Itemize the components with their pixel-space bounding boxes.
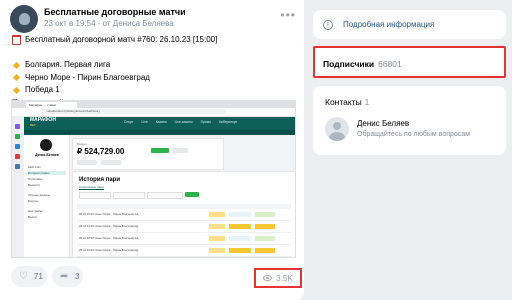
site-sidebar: Денис Беляев Мой счёт История ставок Поп… [24,135,70,257]
subscribers-label: Подписчики 66801 [323,59,402,69]
site-logo: МАРАФОН BET [30,117,56,128]
post-image-screenshot[interactable]: Марафон — ставки marathonbet.by/su/myacc… [11,100,296,258]
history-table-header [77,204,291,209]
deposit-button [151,148,169,153]
site-nav-item: Спорт [124,120,134,124]
site-nav-item: Промо [200,120,212,124]
site-sidebar-item: Вывести [28,183,40,187]
contact-avatar[interactable] [325,117,349,141]
history-title: История пари [79,177,121,183]
contacts-title[interactable]: Контакты 1 [325,97,369,107]
site-user-avatar [40,139,52,151]
post-line-title: Бесплатный договорной матч #760: 26.10.2… [25,35,218,44]
post-line-pick: Победа 1 [25,85,60,94]
calendar-icon [12,35,21,46]
bet-row: 26.10 14:30 Черно Море - Пирин Благоевгр… [77,222,291,233]
diamond-bullet-icon [12,61,21,69]
share-count: 3 [75,272,80,281]
post-line-league: Болгария. Первая лига [25,60,111,69]
extension-icon [15,154,20,159]
extension-icon [15,124,20,129]
post-meta[interactable]: 23 окт в 19:54 · от Дениса Беляева [44,19,174,28]
balance-card: Баланс ₽ 524,729.00 [72,138,224,170]
url-field: marathonbet.by/su/myaccount/bethistory [42,109,226,114]
site-sidebar-item: Пополнить [28,177,44,181]
contact-name-link[interactable]: Денис Беляев [357,119,409,128]
site-main: Баланс ₽ 524,729.00 История пари Спортив… [70,135,295,257]
site-sidebar-item: Настройки [28,209,43,213]
post-line-match: Черно Море - Пирин Благоевград [25,72,150,82]
browser-tab-strip: Марафон — ставки [12,101,295,108]
bet-row: 25.10 18:00 Черно Море - Пирин Благоевгр… [77,234,291,245]
bet-row: 25.10 16:00 Черно Море - Пирин Благоевгр… [77,246,291,257]
site-sidebar-item: История ставок [28,171,66,175]
browser-url-bar: marathonbet.by/su/myaccount/bethistory [12,108,295,117]
share-icon: ➦ [60,271,69,282]
post-card: Бесплатные договорные матчи 23 окт в 19:… [0,0,304,300]
site-sidebar-item: Выйти [28,215,37,219]
site-header: МАРАФОН BET Спорт Live Казино Live-казино… [24,117,295,130]
site-nav-item: Казино [155,120,167,124]
contact-note: Обращайтесь по любым вопросам [357,131,470,138]
group-avatar[interactable] [10,5,38,33]
site-sidebar-item: Мой счёт [28,165,41,169]
eye-icon [263,275,273,281]
views-counter: 3.5K [254,268,302,288]
site-nav-item: Киберспорт [218,120,238,124]
date-filter [79,192,111,199]
mini-stat [101,160,121,165]
share-button[interactable]: ➦ 3 [52,266,83,287]
history-tab: Спортивные пари [79,185,104,190]
post-text: Бесплатный договорной матч #760: 26.10.2… [12,34,297,109]
date-filter [113,192,145,199]
group-info-card: i Подробная информация [313,10,506,39]
info-icon: i [323,20,333,30]
site-nav-item: Live-казино [174,120,193,124]
subscribers-card[interactable]: Подписчики 66801 [313,46,506,78]
apply-filter-button [185,192,199,197]
balance-label: Баланс [77,142,88,146]
diamond-bullet-icon [12,74,21,82]
like-count: 71 [34,272,43,281]
site-nav-item: Live [141,120,148,124]
like-button[interactable]: ♡ 71 [11,266,47,287]
bet-row: 26.10 15:00 Черно Море - Пирин Благоевгр… [77,210,291,221]
contacts-count: 1 [364,98,370,107]
balance-value: ₽ 524,729.00 [77,147,125,156]
site-sidebar-item: Бонусы [28,199,39,203]
extension-icon [15,134,20,139]
group-name-link[interactable]: Бесплатные договорные матчи [44,7,186,17]
site-sidebar-item: Личные данные [28,193,51,197]
more-dots-icon[interactable]: ••• [280,8,296,22]
site-user-name: Денис Беляев [35,153,59,157]
diamond-bullet-icon [12,86,21,94]
post-header: Бесплатные договорные матчи 23 окт в 19:… [10,5,300,35]
contacts-card: Контакты 1 Денис Беляев Обращайтесь по лю… [313,86,506,155]
views-count: 3.5K [276,273,293,283]
heart-icon: ♡ [19,271,28,282]
extension-icon [15,144,20,149]
subscribers-count: 66801 [378,59,402,69]
more-info-link[interactable]: Подробная информация [343,20,434,29]
type-filter [147,192,183,199]
mini-stat [77,160,97,165]
site-nav: Спорт Live Казино Live-казино Промо Кибе… [124,120,244,124]
bet-history-panel: История пари Спортивные пари 26.10 15:00… [72,171,295,257]
withdraw-button [172,148,188,153]
extension-icon [15,164,20,169]
